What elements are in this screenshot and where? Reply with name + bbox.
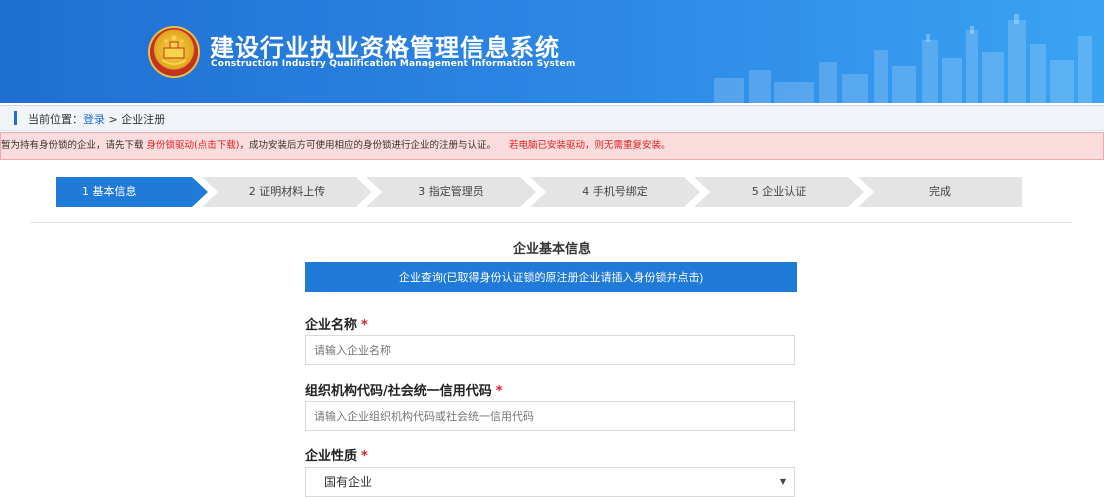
breadcrumb-login-link[interactable]: 登录: [83, 113, 105, 126]
credit-code-label: 组织机构代码/社会统一信用代码 *: [305, 380, 503, 399]
step-4-phone[interactable]: 4 手机号绑定: [530, 177, 700, 207]
caret-down-icon: ▼: [779, 477, 786, 486]
system-title-english: Construction Industry Qualification Mana…: [211, 59, 576, 69]
city-skyline-illustration: [714, 14, 1092, 103]
step-2-label: 2 证明材料上传: [248, 185, 326, 198]
step-4-label: 4 手机号绑定: [582, 185, 648, 198]
required-marker: *: [495, 384, 503, 399]
credit-code-input[interactable]: [305, 401, 795, 431]
breadcrumb-marker: [14, 111, 17, 125]
registration-steps: 1 基本信息 2 证明材料上传 3 指定管理员 4 手机号绑定 5 企业认证 完…: [56, 177, 1022, 207]
step-1-basic-info[interactable]: 1 基本信息: [56, 177, 208, 207]
step-6-complete[interactable]: 完成: [858, 177, 1022, 207]
form-title: 企业基本信息: [512, 242, 591, 257]
system-title: 建设行业执业资格管理信息系统: [210, 34, 560, 62]
company-query-button[interactable]: 企业查询(已取得身份认证锁的原注册企业请插入身份锁并点击): [305, 262, 797, 292]
step-1-label: 1 基本信息: [82, 185, 137, 198]
notice-text-1: 暂为持有身份锁的企业，请先下载: [1, 140, 147, 151]
company-name-label: 企业名称 *: [305, 314, 368, 333]
breadcrumb-separator: >: [105, 113, 122, 126]
driver-notice: 暂为持有身份锁的企业，请先下载 身份锁驱动(点击下载)，成功安装后方可使用相应的…: [0, 132, 1104, 160]
notice-warning: 若电脑已安装驱动，则无需重复安装。: [509, 140, 671, 151]
required-marker: *: [361, 318, 368, 333]
national-emblem-icon: [150, 28, 198, 76]
step-5-certification[interactable]: 5 企业认证: [694, 177, 864, 207]
notice-text-2: ，成功安装后方可使用相应的身份锁进行企业的注册与认证。: [239, 140, 496, 151]
company-nature-label: 企业性质 *: [305, 445, 368, 464]
step-3-admin[interactable]: 3 指定管理员: [366, 177, 536, 207]
company-name-label-text: 企业名称: [305, 318, 358, 333]
required-marker: *: [361, 449, 368, 464]
breadcrumb-prefix: 当前位置：: [28, 113, 83, 126]
driver-download-link[interactable]: 身份锁驱动(点击下载): [147, 140, 240, 151]
company-nature-value: 国有企业: [324, 475, 373, 489]
header-banner: 建设行业执业资格管理信息系统 Construction Industry Qua…: [0, 0, 1104, 103]
step-3-label: 3 指定管理员: [418, 185, 484, 198]
credit-code-label-text: 组织机构代码/社会统一信用代码: [305, 384, 492, 399]
step-5-label: 5 企业认证: [751, 185, 807, 198]
company-name-input[interactable]: [305, 335, 795, 365]
breadcrumb-text: 当前位置：登录 > 企业注册: [28, 111, 165, 127]
breadcrumb: 当前位置：登录 > 企业注册: [0, 105, 1104, 131]
section-divider: [30, 222, 1072, 223]
company-nature-label-text: 企业性质: [305, 449, 358, 464]
step-6-label: 完成: [929, 185, 951, 198]
breadcrumb-current: 企业注册: [121, 113, 166, 126]
company-nature-select[interactable]: 国有企业 ▼: [305, 467, 795, 497]
step-2-documents[interactable]: 2 证明材料上传: [202, 177, 372, 207]
